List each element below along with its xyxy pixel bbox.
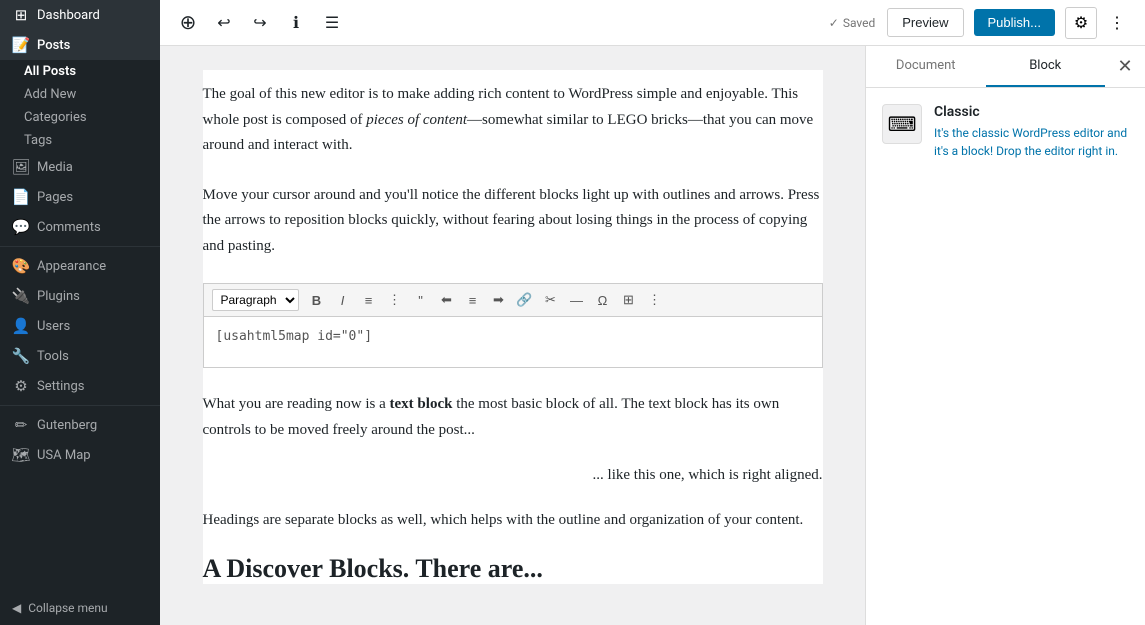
more-options-button[interactable]: ⋮ — [1101, 7, 1133, 39]
users-icon: 👤 — [12, 317, 30, 335]
sidebar-item-settings[interactable]: ⚙ Settings — [0, 371, 160, 401]
comments-icon: 💬 — [12, 218, 30, 236]
right-panel: Document Block ✕ ⌨ Classic It's the clas… — [865, 46, 1145, 625]
text-block-2[interactable]: Move your cursor around and you'll notic… — [203, 171, 823, 272]
block-nav-button[interactable]: ☰ — [316, 7, 348, 39]
sidebar-item-posts[interactable]: 📝 Posts — [0, 30, 160, 60]
preview-button[interactable]: Preview — [887, 8, 963, 37]
document-tab[interactable]: Document — [866, 46, 986, 87]
text-block-1[interactable]: The goal of this new editor is to make a… — [203, 70, 823, 171]
add-block-icon: ⊕ — [180, 13, 197, 33]
align-left-button[interactable]: ⬅ — [435, 288, 459, 312]
info-icon: ℹ — [293, 13, 299, 33]
block-card-info: Classic It's the classic WordPress edito… — [934, 104, 1129, 160]
more-toolbar-button[interactable]: ⋮ — [643, 288, 667, 312]
top-toolbar: ⊕ ↩ ↪ ℹ ☰ ✓ Saved Preview Publish... ⚙ — [160, 0, 1145, 46]
collapse-menu[interactable]: ◀ Collapse menu — [0, 591, 160, 625]
text-block-3[interactable]: What you are reading now is a text block… — [203, 380, 823, 455]
classic-block[interactable]: Paragraph B I ≡ ⋮ " ⬅ ≡ ➡ 🔗 ✂ — Ω — [203, 283, 823, 368]
sidebar-item-plugins[interactable]: 🔌 Plugins — [0, 281, 160, 311]
right-panel-close-button[interactable]: ✕ — [1109, 51, 1141, 83]
close-icon: ✕ — [1117, 56, 1132, 77]
editor-content: The goal of this new editor is to make a… — [203, 70, 823, 584]
usa-map-icon: 🗺 — [12, 446, 30, 464]
block-name: Classic — [934, 104, 1129, 120]
block-description: It's the classic WordPress editor and it… — [934, 124, 1129, 160]
right-panel-content: ⌨ Classic It's the classic WordPress edi… — [866, 88, 1145, 625]
sidebar: ⊞ Dashboard 📝 Posts All Posts Add New Ca… — [0, 0, 160, 625]
italic-button[interactable]: I — [331, 288, 355, 312]
align-center-button[interactable]: ≡ — [461, 288, 485, 312]
blockquote-button[interactable]: " — [409, 288, 433, 312]
special-chars-button[interactable]: Ω — [591, 288, 615, 312]
text-block-right-aligned[interactable]: ... like this one, which is right aligne… — [203, 455, 823, 496]
hr-button[interactable]: — — [565, 288, 589, 312]
link-button[interactable]: 🔗 — [513, 288, 537, 312]
table-button[interactable]: ⊞ — [617, 288, 641, 312]
settings-icon: ⚙ — [12, 377, 30, 395]
dashboard-icon: ⊞ — [12, 6, 30, 24]
publish-button[interactable]: Publish... — [974, 9, 1055, 36]
sidebar-item-appearance[interactable]: 🎨 Appearance — [0, 251, 160, 281]
redo-icon: ↪ — [253, 13, 266, 33]
saved-indicator: ✓ Saved — [829, 16, 876, 30]
add-block-button[interactable]: ⊕ — [172, 7, 204, 39]
text-block-5[interactable]: Headings are separate blocks as well, wh… — [203, 496, 823, 546]
sidebar-item-usa-map[interactable]: 🗺 USA Map — [0, 440, 160, 470]
sidebar-item-comments[interactable]: 💬 Comments — [0, 212, 160, 242]
redo-button[interactable]: ↪ — [244, 7, 276, 39]
sidebar-sub-categories[interactable]: Categories — [0, 106, 160, 129]
editor-wrapper: The goal of this new editor is to make a… — [160, 46, 1145, 625]
block-tab[interactable]: Block — [986, 46, 1106, 87]
right-panel-tabs: Document Block ✕ — [866, 46, 1145, 88]
collapse-icon: ◀ — [12, 601, 21, 615]
sidebar-item-tools[interactable]: 🔧 Tools — [0, 341, 160, 371]
heading-block-preview[interactable]: A Discover Blocks. There are... — [203, 546, 823, 584]
block-icon: ⌨ — [882, 104, 922, 144]
check-icon: ✓ — [829, 16, 839, 30]
tools-icon: 🔧 — [12, 347, 30, 365]
appearance-icon: 🎨 — [12, 257, 30, 275]
ellipsis-icon: ⋮ — [1109, 13, 1125, 33]
paragraph-format-select[interactable]: Paragraph — [212, 289, 299, 311]
settings-toggle-button[interactable]: ⚙ — [1065, 7, 1097, 39]
sidebar-item-media[interactable]: 🖼 Media — [0, 152, 160, 182]
sidebar-sub-tags[interactable]: Tags — [0, 129, 160, 152]
sidebar-item-pages[interactable]: 📄 Pages — [0, 182, 160, 212]
editor-main[interactable]: The goal of this new editor is to make a… — [160, 46, 865, 625]
main-area: ⊕ ↩ ↪ ℹ ☰ ✓ Saved Preview Publish... ⚙ — [160, 0, 1145, 625]
align-right-button[interactable]: ➡ — [487, 288, 511, 312]
ordered-list-button[interactable]: ⋮ — [383, 288, 407, 312]
unlink-button[interactable]: ✂ — [539, 288, 563, 312]
media-icon: 🖼 — [12, 158, 30, 176]
block-info-card: ⌨ Classic It's the classic WordPress edi… — [882, 104, 1129, 160]
gear-icon: ⚙ — [1074, 13, 1088, 33]
sidebar-sub-all-posts[interactable]: All Posts — [0, 60, 160, 83]
undo-icon: ↩ — [217, 13, 230, 33]
posts-icon: 📝 — [12, 36, 30, 54]
gutenberg-icon: ✏ — [12, 416, 30, 434]
sidebar-item-dashboard[interactable]: ⊞ Dashboard — [0, 0, 160, 30]
classic-block-toolbar: Paragraph B I ≡ ⋮ " ⬅ ≡ ➡ 🔗 ✂ — Ω — [204, 284, 822, 317]
classic-block-content[interactable]: [usahtml5map id="0"] — [204, 317, 822, 367]
undo-button[interactable]: ↩ — [208, 7, 240, 39]
info-button[interactable]: ℹ — [280, 7, 312, 39]
classic-block-icon: ⌨ — [888, 112, 917, 136]
sidebar-item-users[interactable]: 👤 Users — [0, 311, 160, 341]
nav-icon: ☰ — [325, 13, 339, 33]
sidebar-item-gutenberg[interactable]: ✏ Gutenberg — [0, 410, 160, 440]
pages-icon: 📄 — [12, 188, 30, 206]
unordered-list-button[interactable]: ≡ — [357, 288, 381, 312]
sidebar-sub-add-new[interactable]: Add New — [0, 83, 160, 106]
plugins-icon: 🔌 — [12, 287, 30, 305]
bold-button[interactable]: B — [305, 288, 329, 312]
